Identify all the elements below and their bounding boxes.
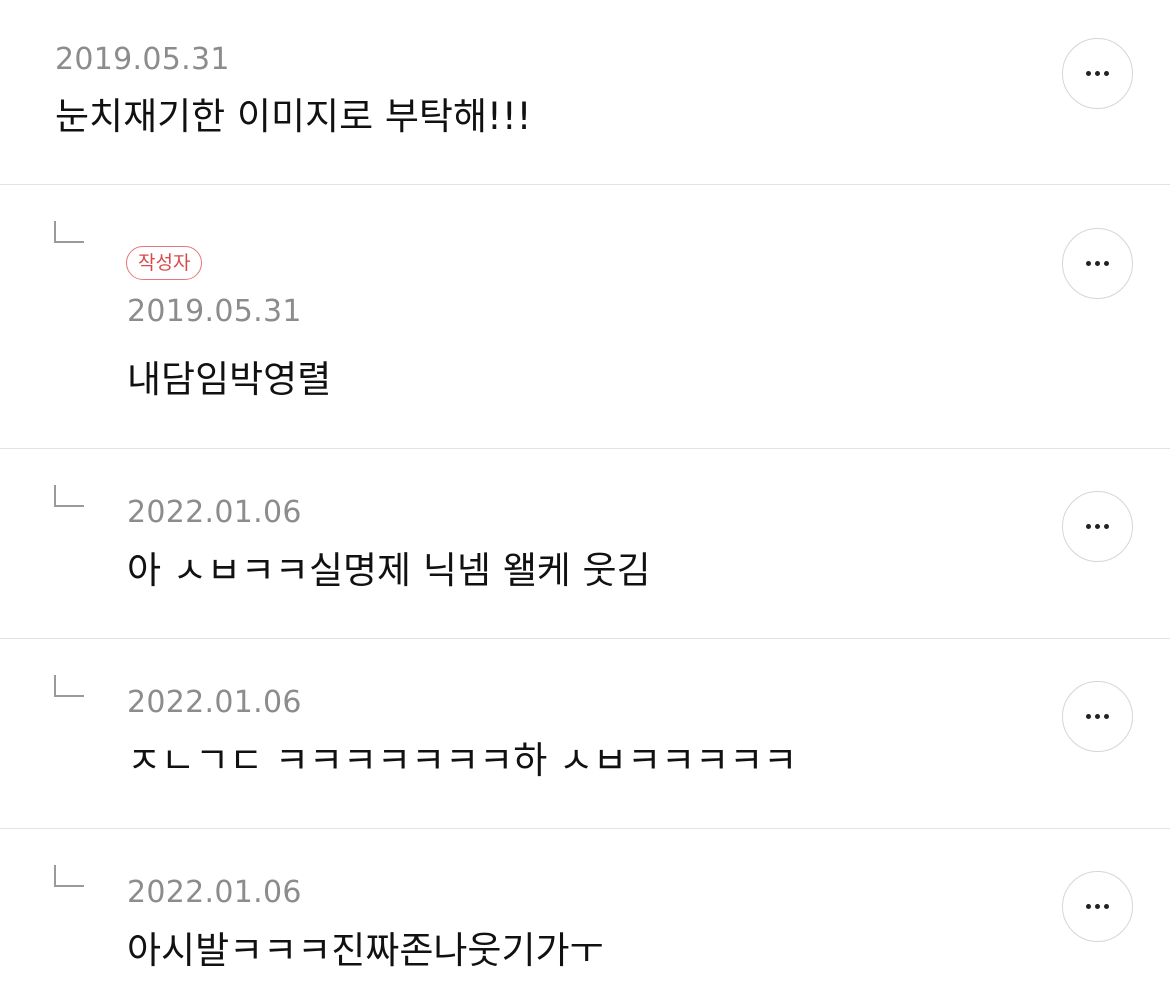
more-horizontal-icon xyxy=(1086,524,1109,529)
more-horizontal-icon xyxy=(1086,714,1109,719)
more-options-button[interactable] xyxy=(1062,38,1133,109)
comment-text: 눈치재기한 이미지로 부탁해!!! xyxy=(55,95,532,138)
reply-arrow-icon xyxy=(54,865,84,887)
comment-text: ㅈㄴㄱㄷ ㅋㅋㅋㅋㅋㅋㅋ하 ㅅㅂㅋㅋㅋㅋㅋ xyxy=(127,739,798,782)
comment-date: 2022.01.06 xyxy=(127,875,302,910)
comment-item: 2019.05.31 눈치재기한 이미지로 부탁해!!! xyxy=(0,0,1170,185)
more-options-button[interactable] xyxy=(1062,491,1133,562)
reply-arrow-icon xyxy=(54,221,84,243)
comment-date: 2022.01.06 xyxy=(127,495,302,530)
reply-arrow-icon xyxy=(54,675,84,697)
reply-item: 작성자 2019.05.31 내담임박영렬 xyxy=(0,185,1170,449)
comment-text: 내담임박영렬 xyxy=(127,358,332,401)
reply-item: 2022.01.06 ㅈㄴㄱㄷ ㅋㅋㅋㅋㅋㅋㅋ하 ㅅㅂㅋㅋㅋㅋㅋ xyxy=(0,639,1170,829)
comment-text: 아시발ㅋㅋㅋ진짜존나웃기가ㅜ xyxy=(127,929,604,972)
comment-list: 2019.05.31 눈치재기한 이미지로 부탁해!!! 작성자 2019.05… xyxy=(0,0,1170,1004)
comment-date: 2022.01.06 xyxy=(127,685,302,720)
reply-arrow-icon xyxy=(54,485,84,507)
more-options-button[interactable] xyxy=(1062,871,1133,942)
more-options-button[interactable] xyxy=(1062,228,1133,299)
more-horizontal-icon xyxy=(1086,71,1109,76)
more-horizontal-icon xyxy=(1086,261,1109,266)
author-badge: 작성자 xyxy=(126,246,203,280)
comment-date: 2019.05.31 xyxy=(127,294,302,329)
reply-item: 2022.01.06 아시발ㅋㅋㅋ진짜존나웃기가ㅜ xyxy=(0,829,1170,1004)
more-options-button[interactable] xyxy=(1062,681,1133,752)
more-horizontal-icon xyxy=(1086,904,1109,909)
reply-item: 2022.01.06 아 ㅅㅂㅋㅋ실명제 닉넴 왤케 웃김 xyxy=(0,449,1170,639)
comment-date: 2019.05.31 xyxy=(55,42,230,77)
comment-text: 아 ㅅㅂㅋㅋ실명제 닉넴 왤케 웃김 xyxy=(127,549,651,592)
